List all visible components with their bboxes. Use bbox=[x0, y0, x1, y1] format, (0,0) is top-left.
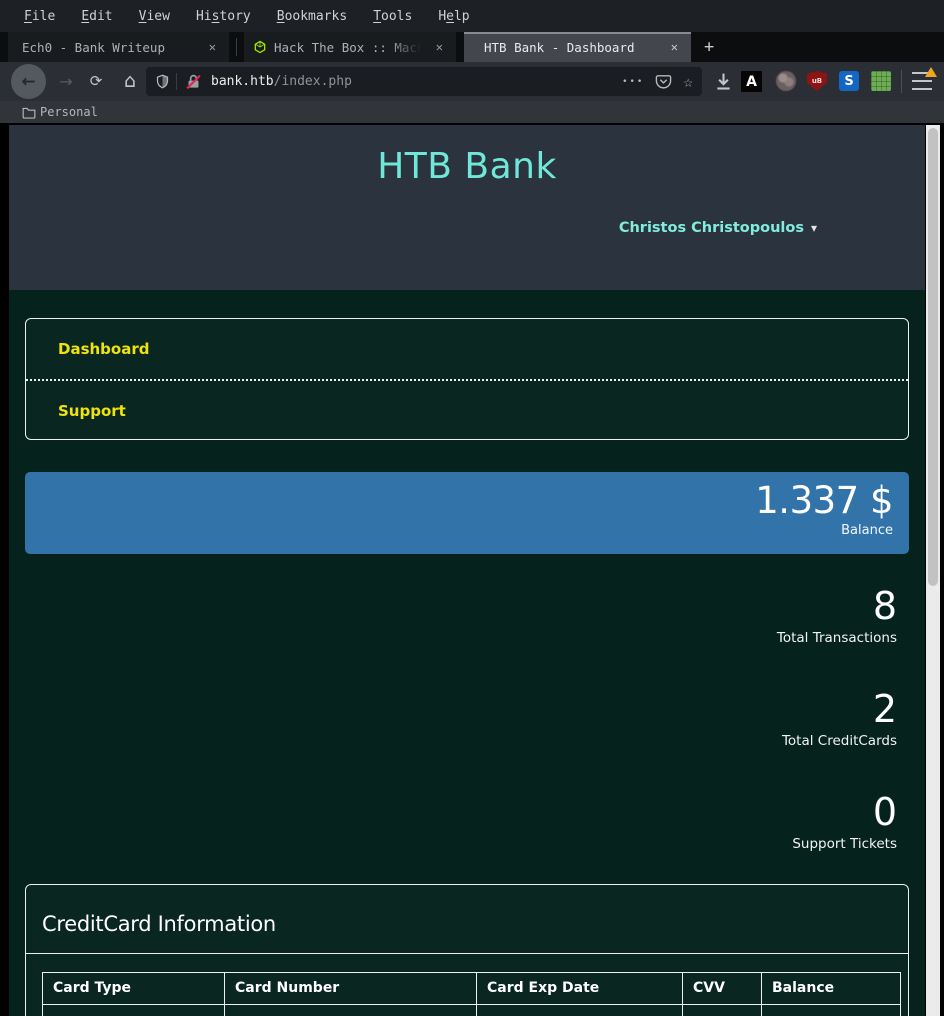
column-card-number: Card Number bbox=[225, 973, 477, 1005]
toolbar-separator bbox=[901, 70, 902, 93]
tab-title: HTB Bank - Dashboard bbox=[484, 40, 635, 55]
column-card-exp-date: Card Exp Date bbox=[477, 973, 683, 1005]
folder-icon bbox=[22, 106, 36, 119]
tab-separator bbox=[236, 38, 237, 56]
chevron-down-icon: ▾ bbox=[811, 221, 817, 235]
downloads-icon[interactable] bbox=[713, 71, 734, 92]
tab-close-icon[interactable]: ✕ bbox=[436, 40, 456, 54]
tab-close-icon[interactable]: ✕ bbox=[209, 40, 229, 54]
extension-foxyproxy-icon[interactable] bbox=[776, 71, 796, 91]
update-warning-badge bbox=[925, 67, 937, 77]
navigation-toolbar: ← → ⟳ ⌂ bank.htb/index.php ••• ☆ A uB S bbox=[0, 62, 944, 101]
stat-value: 0 bbox=[792, 791, 897, 834]
creditcard-info-card: CreditCard Information Card Type Card Nu… bbox=[25, 884, 909, 1016]
user-dropdown[interactable]: Christos Christopoulos ▾ bbox=[619, 220, 817, 236]
page-scrollbar-track[interactable] bbox=[926, 125, 940, 1016]
url-host: bank.htb bbox=[211, 74, 274, 89]
tab-title: Hack The Box :: Machines bbox=[274, 40, 421, 55]
stat-total-transactions: 8 Total Transactions bbox=[777, 585, 897, 646]
nav-link-support[interactable]: Support bbox=[26, 381, 908, 441]
table-cell bbox=[43, 1005, 225, 1016]
balance-label: Balance bbox=[25, 523, 893, 538]
column-card-type: Card Type bbox=[43, 973, 225, 1005]
user-name: Christos Christopoulos bbox=[619, 220, 804, 236]
table-cell bbox=[762, 1005, 901, 1016]
app-menu-icon[interactable] bbox=[912, 72, 932, 90]
stat-label: Total CreditCards bbox=[782, 733, 897, 749]
htb-cube-icon bbox=[253, 40, 267, 54]
home-button[interactable]: ⌂ bbox=[119, 69, 141, 93]
table-cell bbox=[225, 1005, 477, 1016]
card-divider bbox=[26, 953, 908, 954]
stat-value: 2 bbox=[782, 688, 897, 731]
bookmarks-toolbar: Personal bbox=[0, 101, 944, 123]
pocket-icon[interactable] bbox=[655, 73, 672, 90]
menu-edit[interactable]: Edit bbox=[68, 9, 125, 24]
bookmark-folder-personal[interactable]: Personal bbox=[40, 105, 98, 119]
nav-card: Dashboard Support bbox=[25, 318, 909, 440]
balance-panel: 1.337 $ Balance bbox=[25, 472, 909, 554]
url-bar[interactable]: bank.htb/index.php ••• ☆ bbox=[146, 67, 702, 96]
tab-close-icon[interactable]: ✕ bbox=[671, 40, 691, 54]
nav-link-dashboard[interactable]: Dashboard bbox=[26, 319, 908, 379]
menu-file[interactable]: File bbox=[24, 9, 68, 24]
tab-bank-writeup[interactable]: Ech0 - Bank Writeup ✕ bbox=[8, 32, 229, 62]
menu-tools[interactable]: Tools bbox=[360, 9, 425, 24]
ublock-shield-icon[interactable]: uB bbox=[807, 71, 827, 91]
tracking-shield-icon[interactable] bbox=[155, 73, 170, 90]
table-cell bbox=[477, 1005, 683, 1016]
stat-label: Support Tickets bbox=[792, 836, 897, 852]
menu-bookmarks[interactable]: Bookmarks bbox=[264, 9, 360, 24]
menu-bar: FileEditViewHistoryBookmarksToolsHelp bbox=[0, 0, 944, 32]
extension-a-icon[interactable]: A bbox=[741, 71, 762, 92]
tab-htb-bank-dashboard-active[interactable]: HTB Bank - Dashboard ✕ bbox=[464, 32, 691, 62]
menu-help[interactable]: Help bbox=[425, 9, 482, 24]
page-header: HTB Bank Christos Christopoulos ▾ bbox=[9, 125, 925, 290]
site-title: HTB Bank bbox=[9, 125, 925, 187]
creditcard-section-title: CreditCard Information bbox=[26, 885, 908, 953]
page-scrollbar-thumb[interactable] bbox=[928, 128, 938, 586]
stat-support-tickets: 0 Support Tickets bbox=[792, 791, 897, 852]
creditcard-table: Card Type Card Number Card Exp Date CVV … bbox=[42, 972, 901, 1016]
new-tab-button[interactable]: + bbox=[704, 37, 714, 57]
reload-button[interactable]: ⟳ bbox=[86, 70, 106, 92]
url-separator bbox=[176, 73, 177, 90]
extension-s-icon[interactable]: S bbox=[839, 71, 859, 91]
url-path: /index.php bbox=[274, 74, 352, 89]
back-button[interactable]: ← bbox=[11, 64, 46, 99]
table-header-row: Card Type Card Number Card Exp Date CVV … bbox=[43, 973, 901, 1005]
menu-history[interactable]: History bbox=[183, 9, 264, 24]
column-balance: Balance bbox=[762, 973, 901, 1005]
stat-value: 8 bbox=[777, 585, 897, 628]
menu-view[interactable]: View bbox=[126, 9, 183, 24]
stat-label: Total Transactions bbox=[777, 630, 897, 646]
page-actions-icon[interactable]: ••• bbox=[622, 77, 644, 87]
browser-viewport: HTB Bank Christos Christopoulos ▾ Dashboa… bbox=[0, 123, 944, 1016]
column-cvv: CVV bbox=[683, 973, 762, 1005]
table-row-partial bbox=[43, 1005, 901, 1016]
htb-bank-page: HTB Bank Christos Christopoulos ▾ Dashboa… bbox=[9, 125, 925, 1016]
extension-grid-icon[interactable] bbox=[871, 71, 891, 91]
tab-hackthebox[interactable]: Hack The Box :: Machines ✕ bbox=[244, 32, 456, 62]
table-cell bbox=[683, 1005, 762, 1016]
stat-total-creditcards: 2 Total CreditCards bbox=[782, 688, 897, 749]
tab-title: Ech0 - Bank Writeup bbox=[22, 40, 165, 55]
forward-button[interactable]: → bbox=[56, 71, 76, 91]
bookmark-star-icon[interactable]: ☆ bbox=[683, 72, 693, 91]
balance-amount: 1.337 $ bbox=[25, 480, 893, 522]
tab-bar: Ech0 - Bank Writeup ✕ Hack The Box :: Ma… bbox=[0, 32, 944, 62]
insecure-lock-icon[interactable] bbox=[185, 73, 202, 91]
